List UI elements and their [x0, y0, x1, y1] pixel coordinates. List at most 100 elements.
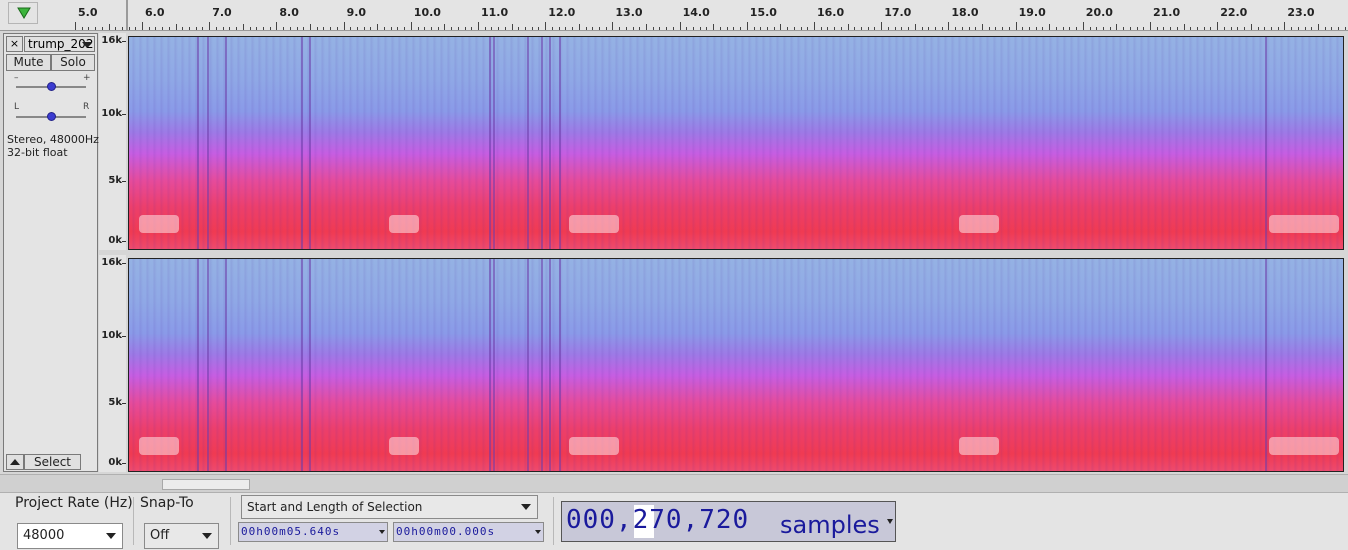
timeline-ruler[interactable]: 5.0 6.0 7.0 8.0 9.0 10.0 11.0 12.0 13.0 14.0 15.0 1…: [0, 0, 1348, 31]
ruler-minor-tick: [215, 27, 217, 30]
ruler-minor-tick: [955, 27, 957, 30]
ruler-minor-tick: [1324, 27, 1326, 30]
ruler-minor-tick: [511, 24, 513, 30]
gain-slider[interactable]: [47, 82, 56, 91]
track-name-menu[interactable]: trump_202: [24, 36, 95, 52]
ruler-minor-tick: [585, 27, 587, 30]
scale-label: 0k: [108, 235, 122, 246]
select-track-button[interactable]: Select: [24, 454, 81, 470]
scale-tick: [122, 241, 126, 242]
selection-start-time[interactable]: 00h00m05.640s: [238, 522, 388, 542]
ruler-minor-tick: [262, 27, 264, 30]
mute-button[interactable]: Mute: [6, 54, 51, 71]
spectrogram-streak: [493, 259, 495, 471]
ruler-tick: [612, 22, 614, 30]
selection-length-time[interactable]: 00h00m00.000s: [393, 522, 544, 542]
ruler-minor-tick: [95, 27, 97, 30]
ruler-minor-tick: [202, 27, 204, 30]
chevron-down-icon: [535, 530, 541, 534]
ruler-minor-tick: [961, 27, 963, 30]
ruler-minor-tick: [101, 27, 103, 30]
ruler-minor-tick: [269, 27, 271, 30]
ruler-minor-tick: [424, 27, 426, 30]
project-rate-label: Project Rate (Hz): [15, 495, 133, 511]
spectrogram-channel-1[interactable]: [128, 36, 1344, 250]
ruler-minor-tick: [766, 27, 768, 30]
pan-slider[interactable]: [47, 112, 56, 121]
spectrogram-channel-2[interactable]: [128, 258, 1344, 472]
ruler-minor-tick: [807, 27, 809, 30]
ruler-minor-tick: [162, 27, 164, 30]
spectrogram-streak: [197, 37, 199, 249]
ruler-minor-tick: [1008, 27, 1010, 30]
scale-tick: [122, 463, 126, 464]
spectrogram-streak: [301, 259, 303, 471]
spectrogram-streak: [301, 37, 303, 249]
ruler-minor-tick: [1176, 27, 1178, 30]
horizontal-scrollbar[interactable]: [0, 474, 1348, 493]
ruler-minor-tick: [316, 27, 318, 30]
ruler-minor-tick: [531, 27, 533, 30]
selection-mode-value: Start and Length of Selection: [247, 500, 423, 514]
channel1-frequency-scale[interactable]: 16k 10k 5k 0k: [99, 33, 126, 250]
project-rate-combobox[interactable]: 48000: [17, 523, 123, 549]
ruler-minor-tick: [625, 27, 627, 30]
spectrogram-streak: [559, 37, 561, 249]
ruler-tick-label: 11.0: [481, 6, 509, 19]
ruler-minor-tick: [887, 27, 889, 30]
ruler-tick-label: 22.0: [1220, 6, 1248, 19]
close-track-button[interactable]: ×: [6, 36, 23, 52]
scrollbar-thumb[interactable]: [162, 479, 250, 490]
ruler-minor-tick: [451, 27, 453, 30]
ruler-minor-tick: [753, 27, 755, 30]
ruler-minor-tick: [189, 27, 191, 30]
ruler-minor-tick: [699, 27, 701, 30]
ruler-tick-label: 8.0: [279, 6, 299, 19]
ruler-minor-tick: [148, 27, 150, 30]
spectrogram-hotspot: [139, 215, 179, 233]
ruler-minor-tick: [1163, 27, 1165, 30]
play-head-icon: [17, 7, 31, 19]
ruler-minor-tick: [867, 27, 869, 30]
spectrogram-streak: [489, 37, 491, 249]
ruler-tick: [142, 22, 143, 30]
selection-mode-combobox[interactable]: Start and Length of Selection: [241, 495, 538, 519]
ruler-minor-tick: [975, 27, 977, 30]
ruler-tick: [276, 22, 278, 30]
ruler-minor-tick: [390, 27, 392, 30]
ruler-minor-tick: [1123, 27, 1125, 30]
play-head-toggle-button[interactable]: [8, 2, 38, 24]
ruler-minor-tick: [336, 27, 338, 30]
ruler-minor-tick: [854, 27, 856, 30]
ruler-minor-tick: [1264, 27, 1266, 30]
scale-label: 5k: [108, 175, 122, 186]
audio-position-counter[interactable]: 000,270,720 samples: [561, 501, 896, 542]
snap-to-combobox[interactable]: Off: [144, 523, 219, 549]
gain-minus-label: –: [14, 73, 19, 83]
chevron-down-icon: [887, 519, 893, 524]
toolbar-separator: [230, 497, 231, 545]
ruler-minor-tick: [1297, 27, 1299, 30]
ruler-minor-tick: [498, 27, 500, 30]
ruler-minor-tick: [1143, 27, 1145, 30]
ruler-minor-tick: [1170, 27, 1172, 30]
ruler-minor-tick: [1223, 27, 1225, 30]
solo-button[interactable]: Solo: [51, 54, 95, 71]
ruler-minor-tick: [229, 27, 231, 30]
ruler-minor-tick: [330, 27, 332, 30]
ruler-tick-label: 13.0: [615, 6, 643, 19]
spectrogram-streak: [207, 37, 209, 249]
ruler-minor-tick: [558, 27, 560, 30]
ruler-tick-label: 15.0: [749, 6, 777, 19]
scale-tick: [122, 181, 126, 182]
ruler-tick-label: 14.0: [682, 6, 710, 19]
track-control-panel: × trump_202 Mute Solo – + L R Stereo, 48…: [3, 33, 99, 472]
collapse-track-button[interactable]: [6, 454, 24, 470]
ruler-minor-tick: [1062, 27, 1064, 30]
scale-tick: [122, 41, 126, 42]
ruler-minor-tick: [397, 27, 399, 30]
channel2-frequency-scale[interactable]: 16k 10k 5k 0k: [99, 255, 126, 472]
ruler-minor-tick: [115, 27, 117, 30]
ruler-minor-tick: [928, 27, 930, 30]
ruler-minor-tick: [666, 27, 668, 30]
